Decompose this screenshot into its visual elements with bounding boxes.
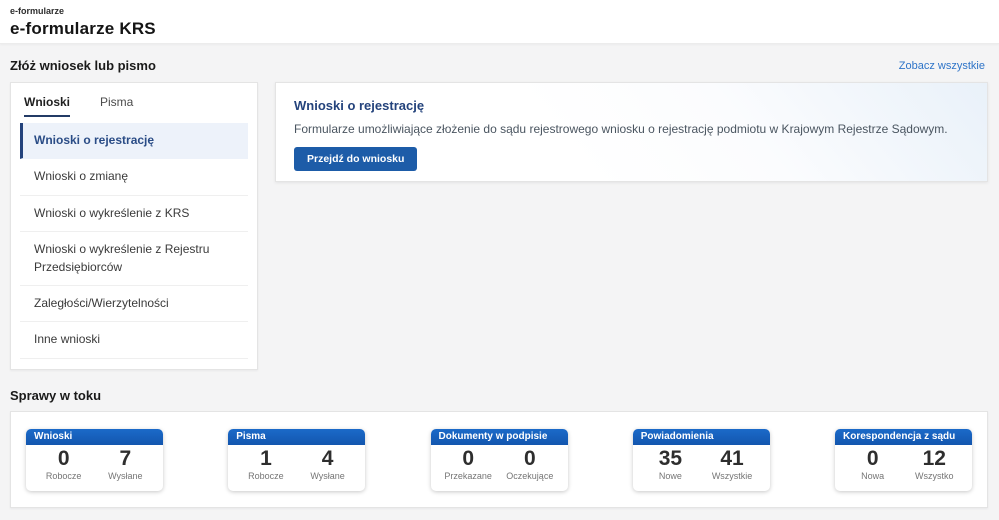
card-dokumenty-body: 0 Przekazane 0 Oczekujące bbox=[431, 445, 568, 481]
stat-label: Robocze bbox=[242, 471, 290, 481]
stat-value: 1 bbox=[242, 448, 290, 470]
go-to-request-button[interactable]: Przejdź do wniosku bbox=[294, 147, 417, 171]
stat-wszystkie: 41 Wszystkie bbox=[708, 448, 756, 481]
sidebar-tabs: Wnioski Pisma bbox=[11, 83, 257, 117]
stat-value: 0 bbox=[444, 448, 492, 470]
card-wnioski-title: Wnioski bbox=[26, 429, 163, 445]
request-detail-panel: Wnioski o rejestrację Formularze umożliw… bbox=[275, 82, 988, 182]
submit-section-body: Wnioski Pisma Wnioski o rejestrację Wnio… bbox=[0, 82, 999, 370]
sidebar-nav-list: Wnioski o rejestrację Wnioski o zmianę W… bbox=[11, 123, 257, 359]
breadcrumb[interactable]: e-formularze bbox=[10, 6, 989, 16]
stat-label: Robocze bbox=[40, 471, 88, 481]
top-header: e-formularze e-formularze KRS bbox=[0, 0, 999, 44]
stat-label: Nowe bbox=[646, 471, 694, 481]
tab-pisma[interactable]: Pisma bbox=[100, 95, 133, 117]
stat-wszystko: 12 Wszystko bbox=[910, 448, 958, 481]
stat-przekazane: 0 Przekazane bbox=[444, 448, 492, 481]
sidebar-item-zaleglosci[interactable]: Zaległości/Wierzytelności bbox=[20, 286, 248, 322]
card-wnioski-body: 0 Robocze 7 Wysłane bbox=[26, 445, 163, 481]
stat-label: Wysłane bbox=[101, 471, 149, 481]
stat-robocze: 0 Robocze bbox=[40, 448, 88, 481]
stat-nowa: 0 Nowa bbox=[849, 448, 897, 481]
stat-value: 0 bbox=[849, 448, 897, 470]
card-pisma[interactable]: Pisma 1 Robocze 4 Wysłane bbox=[228, 429, 365, 491]
stat-label: Wszystkie bbox=[708, 471, 756, 481]
sidebar-item-inne-wnioski[interactable]: Inne wnioski bbox=[20, 322, 248, 358]
stat-oczekujace: 0 Oczekujące bbox=[506, 448, 554, 481]
card-pisma-title: Pisma bbox=[228, 429, 365, 445]
card-powiadomienia-body: 35 Nowe 41 Wszystkie bbox=[633, 445, 770, 481]
card-powiadomienia[interactable]: Powiadomienia 35 Nowe 41 Wszystkie bbox=[633, 429, 770, 491]
card-korespondencja-title: Korespondencja z sądu bbox=[835, 429, 972, 445]
stat-value: 0 bbox=[506, 448, 554, 470]
sidebar-item-wykreslenie-z-rejestru[interactable]: Wnioski o wykreślenie z Rejestru Przedsi… bbox=[20, 232, 248, 286]
stat-robocze: 1 Robocze bbox=[242, 448, 290, 481]
detail-description: Formularze umożliwiające złożenie do sąd… bbox=[294, 122, 969, 136]
stat-label: Wysłane bbox=[304, 471, 352, 481]
card-korespondencja-z-sadu[interactable]: Korespondencja z sądu 0 Nowa 12 Wszystko bbox=[835, 429, 972, 491]
stat-nowe: 35 Nowe bbox=[646, 448, 694, 481]
detail-title: Wnioski o rejestrację bbox=[294, 98, 969, 113]
stat-wyslane: 4 Wysłane bbox=[304, 448, 352, 481]
request-types-sidebar: Wnioski Pisma Wnioski o rejestrację Wnio… bbox=[10, 82, 258, 370]
sidebar-item-wnioski-o-rejestracje[interactable]: Wnioski o rejestrację bbox=[20, 123, 248, 159]
stat-label: Oczekujące bbox=[506, 471, 554, 481]
card-pisma-body: 1 Robocze 4 Wysłane bbox=[228, 445, 365, 481]
sidebar-item-wnioski-o-zmiane[interactable]: Wnioski o zmianę bbox=[20, 159, 248, 195]
stat-value: 35 bbox=[646, 448, 694, 470]
tab-wnioski[interactable]: Wnioski bbox=[24, 95, 70, 117]
card-wnioski[interactable]: Wnioski 0 Robocze 7 Wysłane bbox=[26, 429, 163, 491]
submit-section-header: Złóż wniosek lub pismo Zobacz wszystkie bbox=[0, 44, 999, 82]
stat-label: Wszystko bbox=[910, 471, 958, 481]
cases-section-header: Sprawy w toku bbox=[0, 370, 999, 411]
stat-value: 4 bbox=[304, 448, 352, 470]
stat-label: Przekazane bbox=[444, 471, 492, 481]
stat-value: 0 bbox=[40, 448, 88, 470]
card-dokumenty-title: Dokumenty w podpisie bbox=[431, 429, 568, 445]
stat-value: 7 bbox=[101, 448, 149, 470]
card-powiadomienia-title: Powiadomienia bbox=[633, 429, 770, 445]
sidebar-item-wykreslenie-z-krs[interactable]: Wnioski o wykreślenie z KRS bbox=[20, 196, 248, 232]
stat-value: 41 bbox=[708, 448, 756, 470]
stat-value: 12 bbox=[910, 448, 958, 470]
cases-cards-panel: Wnioski 0 Robocze 7 Wysłane Pisma 1 Robo… bbox=[10, 411, 988, 508]
see-all-link[interactable]: Zobacz wszystkie bbox=[899, 60, 985, 72]
page-title: e-formularze KRS bbox=[10, 19, 989, 39]
stat-label: Nowa bbox=[849, 471, 897, 481]
card-dokumenty-w-podpisie[interactable]: Dokumenty w podpisie 0 Przekazane 0 Ocze… bbox=[431, 429, 568, 491]
stat-wyslane: 7 Wysłane bbox=[101, 448, 149, 481]
cases-section-heading: Sprawy w toku bbox=[10, 388, 985, 403]
card-korespondencja-body: 0 Nowa 12 Wszystko bbox=[835, 445, 972, 481]
submit-section-heading: Złóż wniosek lub pismo bbox=[10, 58, 156, 73]
